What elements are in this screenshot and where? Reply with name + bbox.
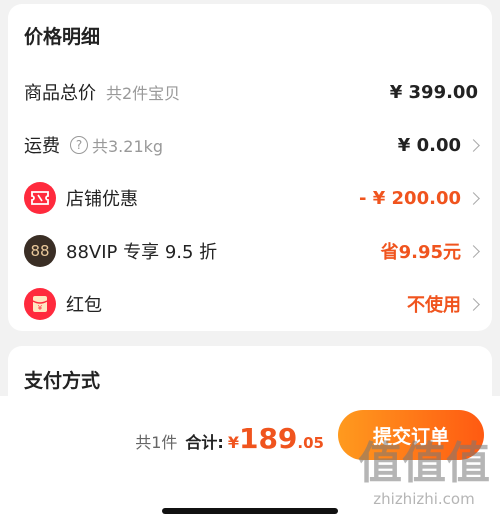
currency-symbol: ¥ <box>227 433 239 452</box>
vip-discount-label: 88VIP 专享 9.5 折 <box>66 242 218 263</box>
price-detail-card: 价格明细 商品总价 共2件宝贝 ¥ 399.00 运费 ? 共3.21kg ¥ … <box>8 4 492 331</box>
shipping-weight-text: 共3.21kg <box>92 137 164 156</box>
total-label: 合计: <box>185 433 224 452</box>
total-amount-integer: 189 <box>238 422 298 455</box>
shipping-row[interactable]: 运费 ? 共3.21kg ¥ 0.00 <box>8 125 492 165</box>
watermark-logo: 值值值 <box>358 438 490 489</box>
total-amount-decimal: .05 <box>297 434 324 452</box>
vip-discount-row[interactable]: 88 88VIP 专享 9.5 折 省9.95元 <box>8 231 492 271</box>
shop-discount-row[interactable]: 店铺优惠 - ¥ 200.00 <box>8 178 492 218</box>
chevron-right-icon <box>467 191 480 205</box>
red-packet-row[interactable]: ¥ 红包 不使用 <box>8 284 492 324</box>
red-packet-icon: ¥ <box>24 288 56 320</box>
goods-total-value: ¥ 399.00 <box>389 81 478 103</box>
shipping-label: 运费 <box>24 136 60 157</box>
shipping-value: ¥ 0.00 <box>397 134 461 156</box>
svg-text:¥: ¥ <box>38 304 43 312</box>
red-packet-value: 不使用 <box>407 295 461 316</box>
watermark-url: zhizhizhi.com <box>373 490 475 508</box>
help-icon[interactable]: ? <box>70 136 88 154</box>
goods-count-text: 共2件宝贝 <box>106 84 181 103</box>
shop-discount-value: - ¥ 200.00 <box>359 187 461 209</box>
item-count: 共1件 <box>135 433 178 452</box>
goods-total-row: 商品总价 共2件宝贝 ¥ 399.00 <box>8 72 492 112</box>
vip-discount-value: 省9.95元 <box>380 242 461 263</box>
watermark: 值值值 zhizhizhi.com <box>358 438 490 509</box>
chevron-right-icon <box>467 297 480 311</box>
home-indicator[interactable] <box>162 508 338 514</box>
shop-discount-label: 店铺优惠 <box>66 189 138 210</box>
ticket-icon <box>24 182 56 214</box>
price-detail-title: 价格明细 <box>24 26 101 48</box>
chevron-right-icon <box>467 138 480 152</box>
order-total: 共1件 合计: ¥ 189 .05 <box>135 422 324 455</box>
chevron-right-icon <box>467 244 480 258</box>
goods-total-label: 商品总价 <box>24 83 96 104</box>
red-packet-label: 红包 <box>66 295 102 316</box>
vip-badge-icon: 88 <box>24 235 56 267</box>
payment-title: 支付方式 <box>24 370 101 392</box>
